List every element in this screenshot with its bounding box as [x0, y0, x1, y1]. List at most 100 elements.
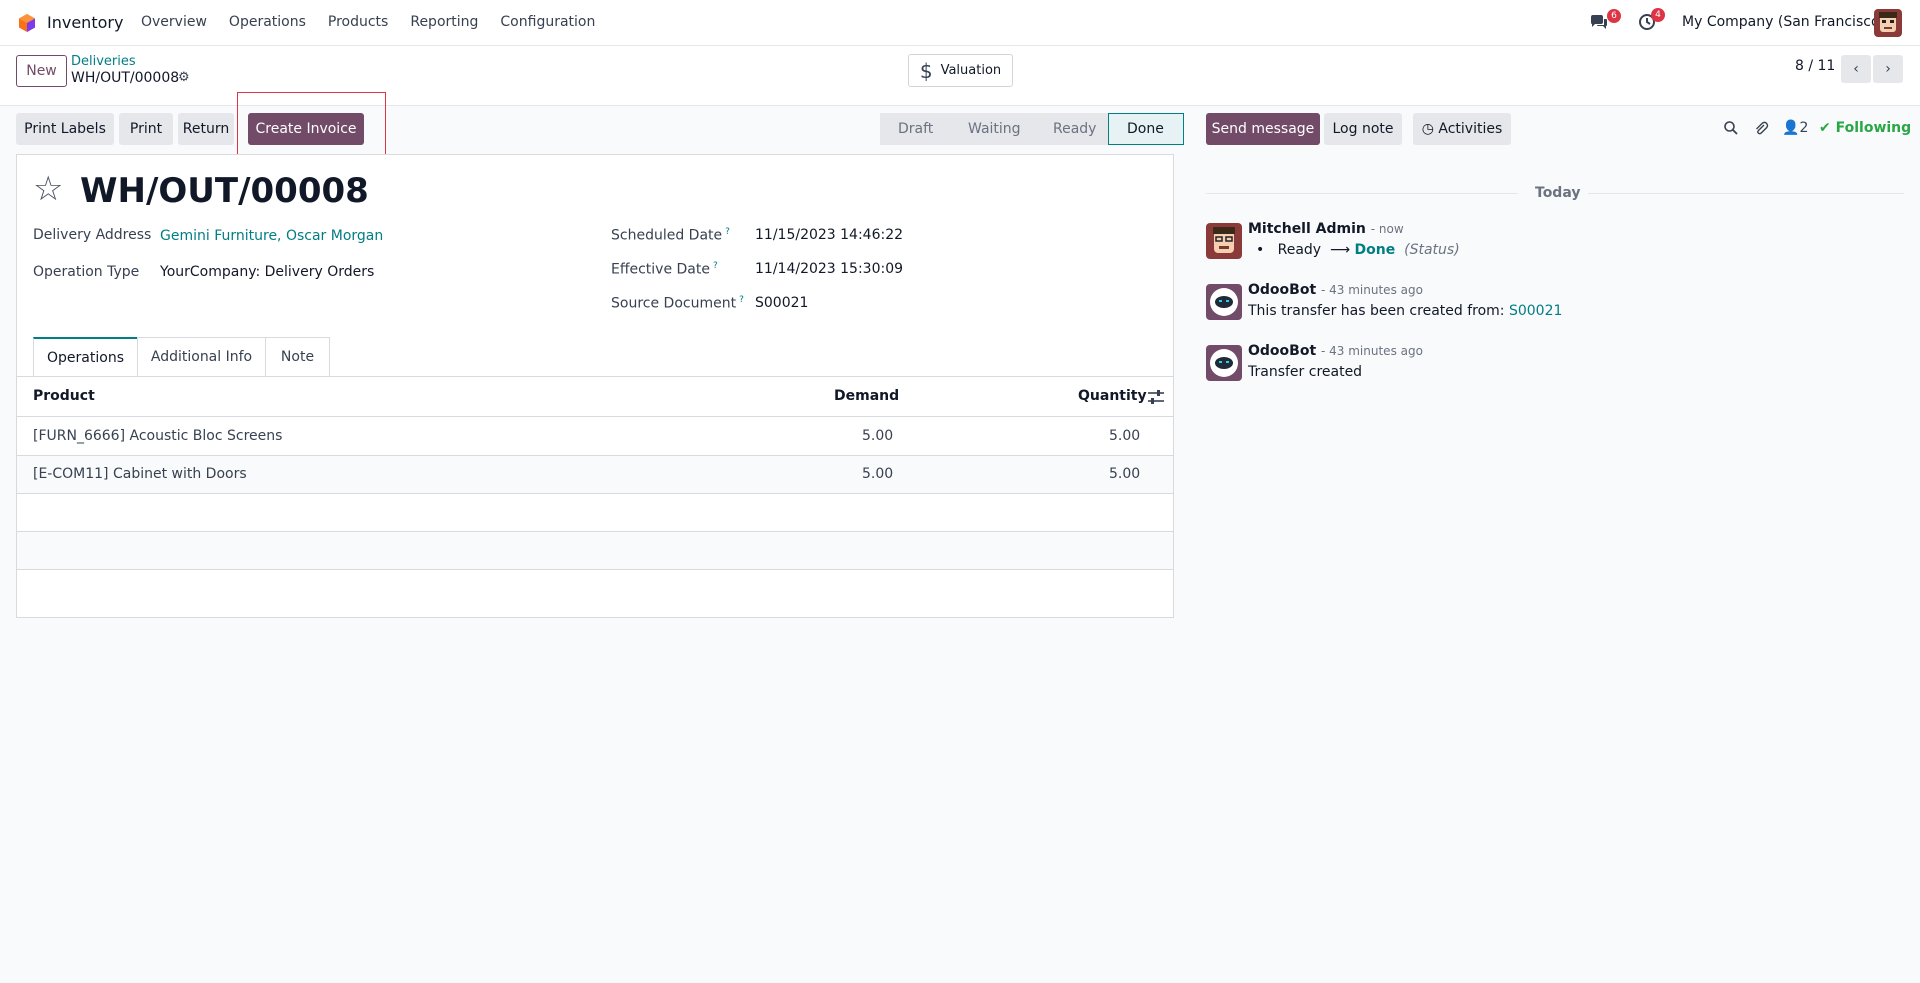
empty-row	[17, 532, 1173, 570]
message-time: - now	[1370, 222, 1404, 236]
activities-label: Activities	[1438, 121, 1503, 137]
pager-previous-button[interactable]: ‹	[1841, 55, 1871, 83]
message-author[interactable]: Mitchell Admin - now	[1248, 221, 1404, 237]
tab-note[interactable]: Note	[265, 337, 330, 376]
stage-ready[interactable]: Ready	[1035, 113, 1108, 145]
record-title: WH/OUT/00008	[80, 171, 369, 211]
table-row[interactable]: [E-COM11] Cabinet with Doors 5.00 5.00	[17, 456, 1173, 494]
odoobot-avatar-icon	[1206, 345, 1242, 381]
effective-date-label: Effective Date?	[611, 261, 718, 278]
return-button[interactable]: Return	[178, 113, 234, 145]
gear-icon[interactable]: ⚙	[178, 70, 190, 85]
avatar[interactable]	[1206, 223, 1242, 259]
column-quantity[interactable]: Quantity	[1078, 388, 1147, 404]
following-button[interactable]: ✔ Following	[1819, 120, 1911, 136]
chevron-right-icon: ›	[1885, 61, 1891, 77]
app-logo-icon[interactable]	[17, 13, 37, 33]
messages-badge: 6	[1607, 9, 1621, 23]
search-icon[interactable]	[1723, 120, 1739, 140]
source-document-link[interactable]: S00021	[1509, 303, 1562, 319]
activities-button[interactable]: 4	[1638, 8, 1665, 35]
empty-row	[17, 494, 1173, 532]
activities-badge: 4	[1651, 8, 1665, 22]
operation-type-label: Operation Type	[33, 264, 140, 280]
avatar[interactable]	[1206, 345, 1242, 381]
help-icon[interactable]: ?	[713, 261, 718, 271]
date-separator-line	[1588, 193, 1904, 194]
message-body: Transfer created	[1248, 364, 1363, 380]
source-document-label: Source Document?	[611, 295, 744, 312]
message-body: This transfer has been created from: S00…	[1248, 303, 1563, 319]
column-product[interactable]: Product	[33, 388, 95, 404]
star-icon[interactable]: ☆	[33, 172, 63, 206]
stage-waiting[interactable]: Waiting	[950, 113, 1035, 145]
arrow-right-icon: ⟶	[1330, 242, 1351, 258]
valuation-label: Valuation	[940, 63, 1002, 78]
table-header: Product Demand Quantity	[17, 377, 1173, 417]
annotation-highlight-box	[237, 92, 386, 162]
table-row[interactable]: [FURN_6666] Acoustic Bloc Screens 5.00 5…	[17, 418, 1173, 456]
paperclip-icon[interactable]	[1753, 120, 1769, 140]
tab-additional-info[interactable]: Additional Info	[137, 337, 266, 376]
row-product: [E-COM11] Cabinet with Doors	[33, 466, 247, 482]
followers-button[interactable]: 👤2	[1782, 120, 1808, 136]
clock-icon: ◷	[1421, 121, 1434, 137]
user-avatar-icon	[1206, 223, 1242, 259]
pager-next-button[interactable]: ›	[1873, 55, 1903, 83]
chat-icon	[1591, 15, 1607, 29]
user-icon: 👤	[1782, 120, 1800, 136]
breadcrumb-parent[interactable]: Deliveries	[71, 54, 136, 69]
check-icon: ✔	[1819, 120, 1831, 136]
stage-draft[interactable]: Draft	[880, 113, 950, 145]
stage-done[interactable]: Done	[1108, 113, 1184, 145]
top-navbar: Inventory Overview Operations Products R…	[0, 0, 1920, 46]
menu-item-products[interactable]: Products	[328, 14, 388, 30]
company-switcher[interactable]: My Company (San Francisco)	[1682, 14, 1885, 30]
row-product: [FURN_6666] Acoustic Bloc Screens	[33, 428, 283, 444]
valuation-button[interactable]: $ Valuation	[908, 54, 1013, 87]
row-quantity: 5.00	[1109, 428, 1141, 444]
messages-button[interactable]: 6	[1589, 9, 1621, 36]
log-note-button[interactable]: Log note	[1324, 113, 1402, 145]
row-quantity: 5.00	[1109, 466, 1141, 482]
bullet: •	[1256, 242, 1265, 258]
message-author[interactable]: OdooBot - 43 minutes ago	[1248, 282, 1423, 298]
print-button[interactable]: Print	[119, 113, 173, 145]
delivery-address-label: Delivery Address	[33, 227, 152, 243]
help-icon[interactable]: ?	[725, 227, 730, 237]
tab-operations[interactable]: Operations	[33, 337, 138, 376]
delivery-address-link[interactable]: Gemini Furniture, Oscar Morgan	[160, 228, 383, 244]
menu-item-operations[interactable]: Operations	[229, 14, 306, 30]
message-time: - 43 minutes ago	[1321, 283, 1423, 297]
message-author[interactable]: OdooBot - 43 minutes ago	[1248, 343, 1423, 359]
pager-value[interactable]: 8 / 11	[1795, 58, 1835, 74]
scheduled-date-value[interactable]: 11/15/2023 14:46:22	[755, 227, 903, 243]
new-button[interactable]: New	[16, 55, 67, 87]
row-demand: 5.00	[862, 428, 894, 444]
message-body: • Ready ⟶ Done (Status)	[1256, 242, 1460, 258]
effective-date-value[interactable]: 11/14/2023 15:30:09	[755, 261, 903, 277]
column-settings-icon[interactable]	[1147, 389, 1165, 405]
app-name[interactable]: Inventory	[47, 13, 123, 32]
date-separator: Today	[1535, 185, 1581, 201]
menu-item-reporting[interactable]: Reporting	[410, 14, 478, 30]
dollar-icon: $	[919, 58, 933, 83]
avatar[interactable]	[1206, 284, 1242, 320]
user-avatar-icon	[1874, 9, 1902, 37]
chevron-left-icon: ‹	[1853, 61, 1859, 77]
scheduled-date-label: Scheduled Date?	[611, 227, 730, 244]
message-time: - 43 minutes ago	[1321, 344, 1423, 358]
breadcrumb-current: WH/OUT/00008	[71, 70, 180, 86]
operation-type-value[interactable]: YourCompany: Delivery Orders	[160, 264, 374, 280]
activities-button[interactable]: ◷ Activities	[1413, 113, 1511, 145]
send-message-button[interactable]: Send message	[1206, 113, 1320, 145]
column-demand[interactable]: Demand	[834, 388, 899, 404]
menu-item-configuration[interactable]: Configuration	[500, 14, 595, 30]
menu-item-overview[interactable]: Overview	[141, 14, 207, 30]
print-labels-button[interactable]: Print Labels	[16, 113, 114, 145]
following-label: Following	[1835, 120, 1912, 136]
help-icon[interactable]: ?	[739, 295, 744, 305]
source-document-value[interactable]: S00021	[755, 295, 808, 311]
user-avatar[interactable]	[1874, 9, 1902, 37]
tracking-old-value: Ready	[1277, 242, 1322, 258]
